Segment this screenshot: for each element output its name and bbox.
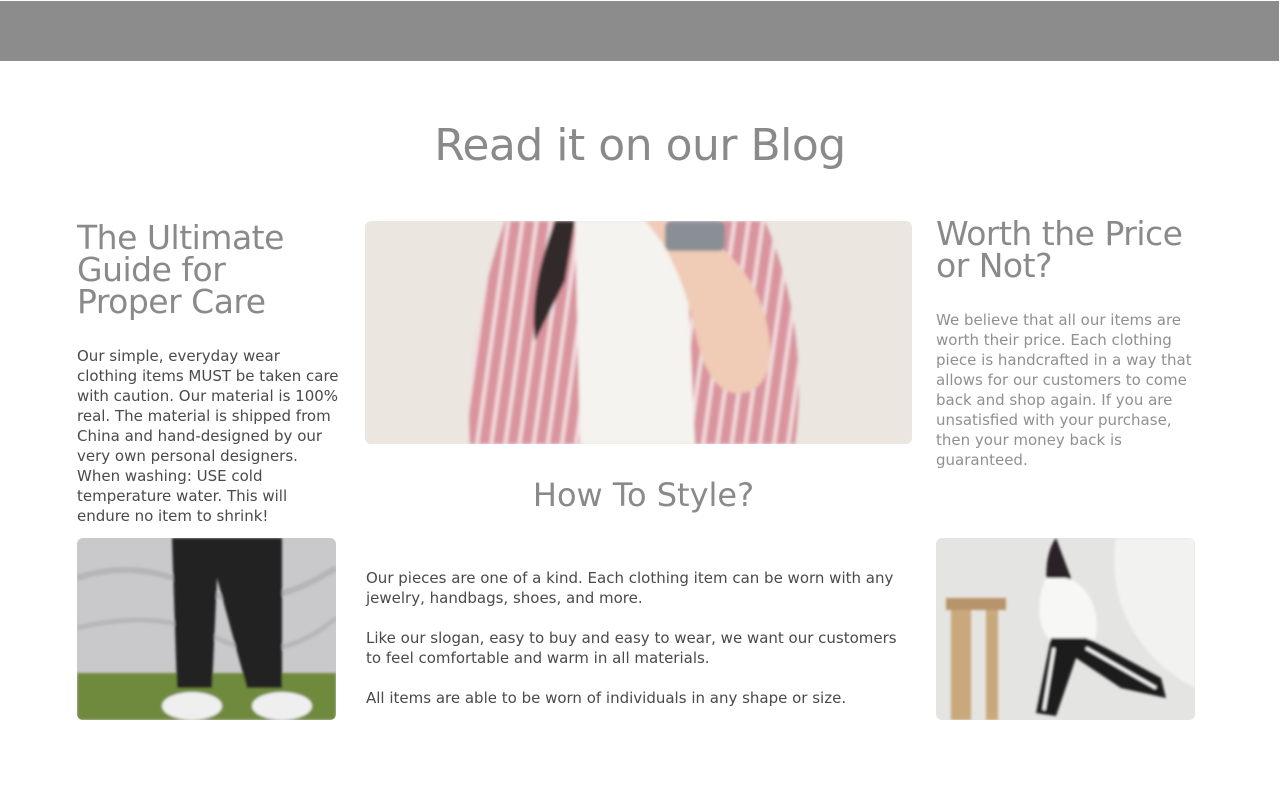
- style-paragraph: Our pieces are one of a kind. Each cloth…: [366, 569, 894, 607]
- section-title: Read it on our Blog: [434, 120, 846, 171]
- style-paragraph: Like our slogan, easy to buy and easy to…: [366, 629, 897, 667]
- style-post-body: Our pieces are one of a kind. Each cloth…: [366, 568, 911, 728]
- care-post-title: The Ultimate Guide for Proper Care: [77, 218, 284, 321]
- style-post-title: How To Style?: [532, 476, 755, 514]
- care-post-body: Our simple, everyday wear clothing items…: [77, 347, 339, 525]
- pink-shirt-photo: [365, 221, 912, 444]
- track-pants-photo: [936, 538, 1195, 720]
- style-paragraph: All items are able to be worn of individ…: [366, 689, 847, 707]
- jogger-pants-photo: [77, 538, 336, 720]
- header-bar: [0, 1, 1279, 61]
- care-post: The Ultimate Guide for Proper Care Our s…: [77, 218, 339, 526]
- price-post-body: We believe that all our items are worth …: [936, 311, 1192, 469]
- price-post: Worth the Price or Not? We believe that …: [936, 214, 1194, 470]
- price-post-title: Worth the Price or Not?: [936, 214, 1183, 285]
